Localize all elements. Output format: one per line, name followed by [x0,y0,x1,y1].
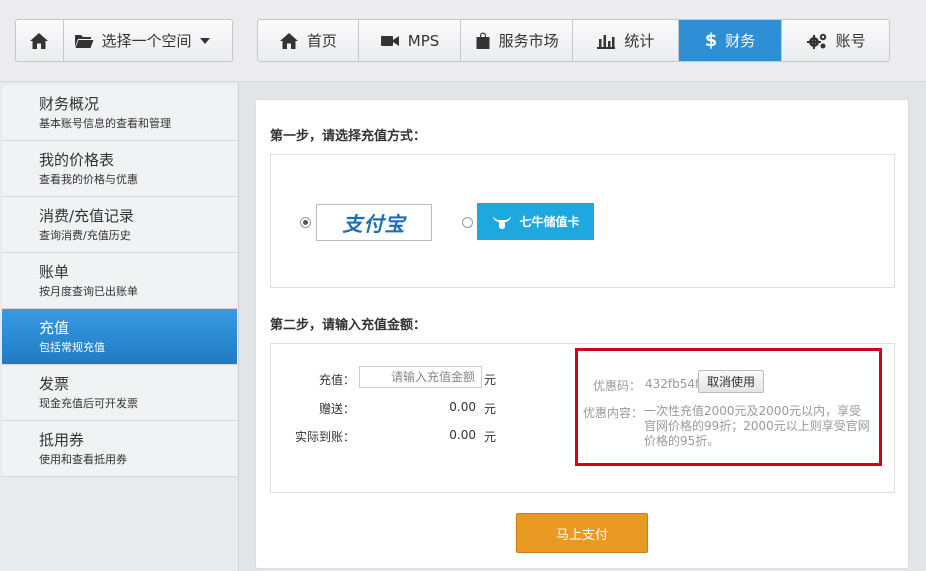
sidebar-item-title: 我的价格表 [39,151,115,169]
coupon-content-text: 一次性充值2000元及2000元以内，享受官网价格的99折；2000元以上则享受… [644,404,870,448]
cancel-coupon-button[interactable]: 取消使用 [698,370,764,393]
nav-finance-label: 财务 [725,32,756,50]
sidebar-item-title: 财务概况 [39,95,100,113]
actual-value: 0.00 [449,428,476,442]
nav-mps[interactable]: MPS [359,20,462,61]
sidebar-item-subtitle: 包括常规充值 [39,341,105,354]
nav-finance[interactable]: $ 财务 [678,20,783,61]
sidebar-item-title: 账单 [39,263,70,281]
nav-account[interactable]: 账号 [782,20,889,61]
step1-title: 第一步，请选择充值方式： [270,129,427,144]
nav-home[interactable]: 首页 [258,20,359,61]
caret-down-icon [199,37,210,44]
sidebar-item-title: 充值 [39,319,70,337]
coupon-box: 优惠码： 432fb54f 取消使用 优惠内容： 一次性充值2000元及2000… [575,348,882,466]
sidebar-item-subtitle: 基本账号信息的查看和管理 [39,117,171,130]
sidebar-item-title: 抵用券 [39,431,85,449]
home-icon [30,32,49,49]
video-camera-icon [380,35,399,46]
sidebar-item-finance-overview[interactable]: 财务概况 基本账号信息的查看和管理 [2,85,237,141]
sidebar-item-subtitle: 查询消费/充值历史 [39,229,131,242]
space-switcher: 选择一个空间 [15,19,233,62]
coupon-code-value: 432fb54f [645,377,700,391]
nav-account-label: 账号 [835,32,866,50]
nav-mps-label: MPS [407,31,440,50]
sidebar-item-subtitle: 按月度查询已出账单 [39,285,138,298]
qiniu-bull-icon [493,215,512,229]
space-selector-dropdown[interactable]: 选择一个空间 [64,20,232,61]
pay-now-button[interactable]: 马上支付 [516,513,648,553]
sidebar-item-subtitle: 使用和查看抵用券 [39,453,127,466]
sidebar-item-price-list[interactable]: 我的价格表 查看我的价格与优惠 [2,141,237,197]
actual-label: 实际到账： [294,430,355,444]
sidebar-item-vouchers[interactable]: 抵用券 使用和查看抵用券 [2,421,237,477]
main-nav: 首页 MPS 服务市场 统计 $ 财务 账号 [257,19,890,62]
nav-service-market-label: 服务市场 [498,32,559,50]
amount-box: 充值： 元 赠送： 0.00 元 实际到账： 0.00 元 优惠码： 432fb… [270,343,895,493]
home-button[interactable] [16,20,64,61]
sidebar-item-bills[interactable]: 账单 按月度查询已出账单 [2,253,237,309]
folder-icon [74,34,94,48]
sidebar-item-title: 消费/充值记录 [39,207,135,225]
sidebar-item-title: 发票 [39,375,70,393]
shopping-bag-icon [476,32,490,49]
bar-chart-icon [597,34,616,49]
bonus-value: 0.00 [449,400,476,414]
bonus-label: 赠送： [318,402,355,416]
bonus-unit: 元 [484,402,497,416]
coupon-content-label: 优惠内容： [583,406,644,420]
top-bar: 选择一个空间 首页 MPS 服务市场 统计 $ 财务 账号 [0,0,926,82]
qiniu-card-radio[interactable] [462,217,473,228]
gears-icon [806,33,826,49]
space-selector-label: 选择一个空间 [101,32,192,50]
recharge-amount-input[interactable] [359,366,482,388]
qiniu-card-label: 七牛储值卡 [519,215,580,229]
step2-title: 第二步，请输入充值金额： [270,318,427,333]
sidebar-item-subtitle: 查看我的价格与优惠 [39,173,138,186]
nav-home-label: 首页 [306,32,337,50]
sidebar-item-records[interactable]: 消费/充值记录 查询消费/充值历史 [2,197,237,253]
nav-statistics-label: 统计 [624,32,655,50]
dollar-icon: $ [704,30,718,51]
sidebar-item-recharge[interactable]: 充值 包括常规充值 [2,309,237,365]
alipay-logo-text: 支付宝 [342,212,406,236]
recharge-label: 充值： [318,373,355,387]
coupon-code-label: 优惠码： [593,379,642,393]
payment-method-box: 支付宝 七牛储值卡 [270,154,895,288]
alipay-radio[interactable] [300,217,311,228]
actual-unit: 元 [484,430,497,444]
nav-statistics[interactable]: 统计 [573,20,679,61]
sidebar-item-subtitle: 现金充值后可开发票 [39,397,138,410]
qiniu-card-logo[interactable]: 七牛储值卡 [477,203,594,240]
nav-service-market[interactable]: 服务市场 [461,20,573,61]
sidebar: 财务概况 基本账号信息的查看和管理 我的价格表 查看我的价格与优惠 消费/充值记… [0,82,239,571]
recharge-panel: 第一步，请选择充值方式： 支付宝 七牛储值卡 第二步，请输入充值金额： 充值： … [255,99,909,569]
alipay-logo[interactable]: 支付宝 [316,204,432,241]
recharge-unit: 元 [484,373,497,387]
sidebar-item-invoice[interactable]: 发票 现金充值后可开发票 [2,365,237,421]
home-icon [279,32,298,49]
